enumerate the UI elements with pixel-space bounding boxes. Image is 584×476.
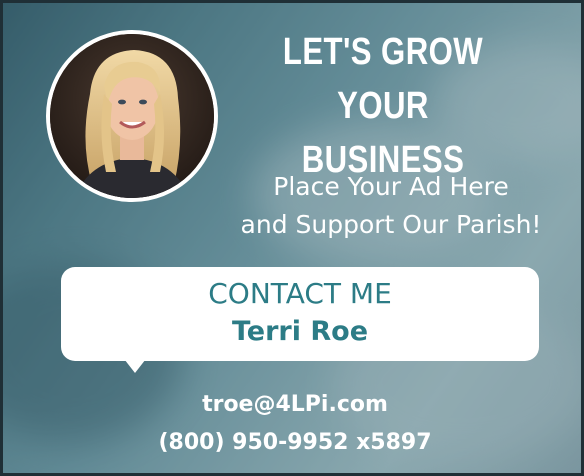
advertisement-card: LET'S GROW YOUR BUSINESS Place Your Ad H…	[0, 0, 584, 476]
tagline-line-1: Place Your Ad Here	[273, 172, 509, 201]
contact-phone[interactable]: (800) 950-9952 x5897	[3, 427, 581, 459]
agent-portrait-photo	[46, 30, 218, 202]
tagline: Place Your Ad Here and Support Our Paris…	[199, 168, 581, 244]
tagline-line-2: and Support Our Parish!	[240, 210, 542, 239]
contact-speech-bubble: CONTACT ME Terri Roe	[61, 267, 539, 361]
contact-name: Terri Roe	[231, 316, 369, 347]
headline-line-1: LET'S GROW	[282, 31, 484, 73]
headline: LET'S GROW YOUR BUSINESS	[260, 25, 506, 187]
contact-email[interactable]: troe@4LPi.com	[3, 389, 581, 421]
contact-heading: CONTACT ME	[208, 277, 392, 310]
speech-bubble-tail	[121, 355, 149, 373]
